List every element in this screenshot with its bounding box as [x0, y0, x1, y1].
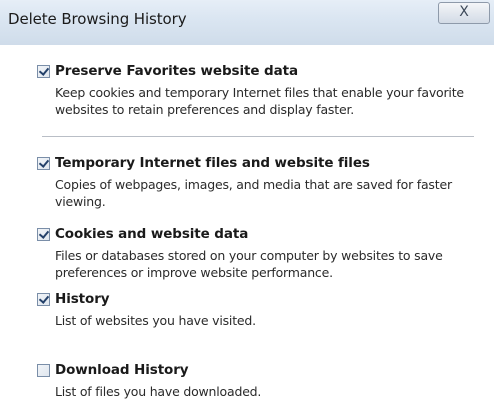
close-icon: X	[459, 4, 469, 20]
option-description: List of files you have downloaded.	[55, 384, 262, 399]
checkbox-history[interactable]	[37, 293, 50, 306]
delete-browsing-history-dialog: Delete Browsing History X Preserve Favor…	[0, 0, 494, 405]
option-description: List of websites you have visited.	[55, 313, 256, 328]
option-title[interactable]: Download History	[55, 362, 189, 378]
title-bar: Delete Browsing History X	[0, 0, 494, 45]
checkbox-cookies[interactable]	[37, 228, 50, 241]
checkbox-preserve-favorites[interactable]	[37, 65, 50, 78]
dialog-title: Delete Browsing History	[8, 10, 187, 28]
option-description: Copies of webpages, images, and media th…	[55, 177, 452, 209]
option-title[interactable]: Temporary Internet files and website fil…	[55, 155, 370, 171]
option-description: Keep cookies and temporary Internet file…	[55, 85, 464, 117]
checkbox-temporary-internet-files[interactable]	[37, 157, 50, 170]
option-description: Files or databases stored on your comput…	[55, 248, 443, 280]
option-title[interactable]: Preserve Favorites website data	[55, 63, 298, 79]
dialog-content: Preserve Favorites website data Keep coo…	[0, 45, 494, 405]
option-title[interactable]: Cookies and website data	[55, 226, 248, 242]
option-title[interactable]: History	[55, 291, 110, 307]
divider	[42, 136, 474, 137]
checkbox-download-history[interactable]	[37, 364, 50, 377]
close-button[interactable]: X	[438, 2, 490, 24]
